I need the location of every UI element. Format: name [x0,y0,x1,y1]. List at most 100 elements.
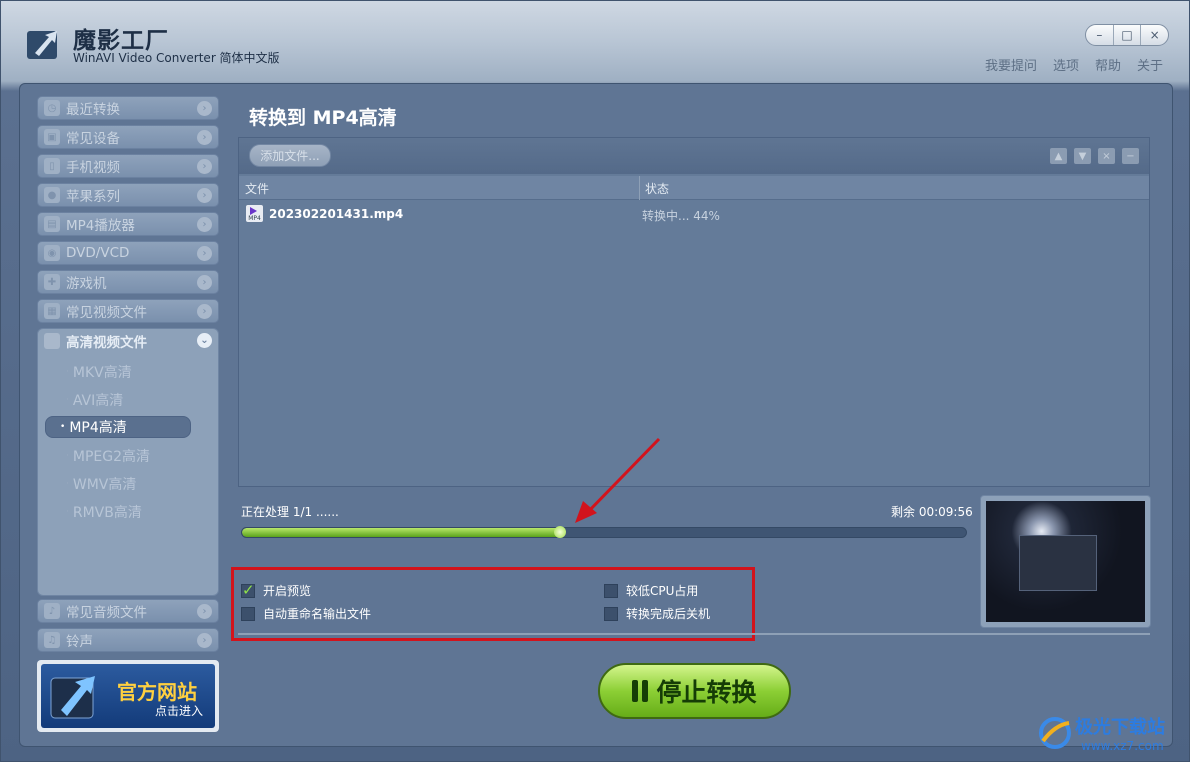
device-icon: ▣ [44,129,60,145]
sidebar-item-label: 常见视频文件 [66,305,147,321]
sub-item-mkv[interactable]: · MKV高清 [44,361,190,383]
chevron-right-icon: › [197,304,212,319]
apple-icon: ● [44,187,60,203]
move-up-icon[interactable]: ▲ [1050,148,1067,164]
table-row[interactable]: MP4 202302201431.mp4 转换中... 44% [239,202,1149,226]
column-file[interactable]: 文件 [245,180,269,197]
sub-item-mpeg2[interactable]: · MPEG2高清 [44,445,190,467]
watermark: 极光下载站 www.xz7.com [1037,709,1185,757]
option-preview[interactable]: 开启预览 [241,581,312,599]
sub-item-mp4[interactable]: • MP4高清 [45,416,191,438]
app-subtitle: WinAVI Video Converter 简体中文版 [73,51,280,65]
hd-icon [44,333,60,349]
sidebar-item-label: MP4播放器 [66,218,135,234]
disc-icon: ◉ [44,245,60,261]
watermark-text: 极光下载站 [1075,717,1165,738]
promo-subtitle: 点击进入 [155,704,204,718]
move-down-icon[interactable]: ▼ [1074,148,1091,164]
window-controls: – □ × [1085,24,1169,46]
clock-icon: ◷ [44,100,60,116]
add-file-button[interactable]: 添加文件... [249,144,331,167]
time-remaining: 剩余 00:09:56 [891,505,973,519]
stop-conversion-button[interactable]: 停止转换 [598,663,791,719]
video-preview [980,495,1151,628]
gamepad-icon: ✚ [44,274,60,290]
close-button[interactable]: × [1141,25,1168,45]
low-cpu-checkbox[interactable] [604,583,618,598]
toolbar-icons: ▲ ▼ × − [1050,148,1139,164]
preview-checkbox[interactable] [241,581,255,599]
option-auto-rename[interactable]: 自动重命名输出文件 [241,605,371,622]
sidebar-item-gaming[interactable]: ✚ 游戏机 › [37,270,219,294]
sidebar-item-audio-files[interactable]: ♪ 常见音频文件 › [37,599,219,623]
preview-image [986,501,1145,622]
app-window: 魔影工厂 WinAVI Video Converter 简体中文版 – □ × … [0,0,1190,762]
sidebar-item-phone[interactable]: ▯ 手机视频 › [37,154,219,178]
sidebar-item-label: 常见音频文件 [66,605,147,621]
remove-icon[interactable]: × [1098,148,1115,164]
clear-icon[interactable]: − [1122,148,1139,164]
maximize-button[interactable]: □ [1114,25,1142,45]
sidebar-item-ringtone[interactable]: ♫ 铃声 › [37,628,219,652]
music-icon: ♪ [44,603,60,619]
app-logo-icon [27,31,57,59]
option-low-cpu[interactable]: 较低CPU占用 [604,582,698,599]
processing-label: 正在处理 1/1 ...... [241,505,339,519]
link-options[interactable]: 选项 [1053,55,1079,74]
top-links: 我要提问 选项 帮助 关于 [985,55,1163,74]
sub-item-avi[interactable]: · AVI高清 [44,389,190,411]
player-icon: ▤ [44,216,60,232]
chevron-right-icon: › [197,604,212,619]
link-about[interactable]: 关于 [1137,55,1163,74]
sidebar-item-label: 最近转换 [66,102,120,118]
chevron-right-icon: › [197,188,212,203]
options-highlight-box [231,567,755,641]
chevron-right-icon: › [197,130,212,145]
chevron-right-icon: › [197,275,212,290]
chevron-right-icon: › [197,159,212,174]
page-title: 转换到 MP4高清 [249,107,397,129]
chevron-down-icon: ⌄ [197,333,212,348]
option-label: 较低CPU占用 [626,584,699,598]
sidebar-item-video-files[interactable]: ▦ 常见视频文件 › [37,299,219,323]
option-shutdown[interactable]: 转换完成后关机 [604,605,710,622]
minimize-button[interactable]: – [1086,25,1114,45]
progress-bar [241,527,967,538]
option-label: 转换完成后关机 [626,607,711,621]
link-ask-question[interactable]: 我要提问 [985,55,1037,74]
sidebar-item-label: 高清视频文件 [66,335,147,351]
column-divider[interactable] [639,176,640,200]
annotation-arrow [575,437,661,523]
file-name: 202302201431.mp4 [269,207,404,221]
sidebar-item-apple[interactable]: ● 苹果系列 › [37,183,219,207]
sidebar-item-recent[interactable]: ◷ 最近转换 › [37,96,219,120]
sub-item-rmvb[interactable]: · RMVB高清 [44,501,190,523]
sidebar-item-hd-video[interactable]: 高清视频文件 ⌄ [38,329,218,353]
bell-icon: ♫ [44,632,60,648]
table-header: 文件 状态 [239,176,1149,200]
promo-title: 官方网站 [117,680,197,704]
link-help[interactable]: 帮助 [1095,55,1121,74]
sidebar-item-label: 手机视频 [66,160,120,176]
file-status: 转换中... 44% [642,209,720,223]
shutdown-checkbox[interactable] [604,606,618,621]
bullet-icon: • [60,422,66,432]
watermark-logo-icon [1039,717,1071,749]
bullet-icon: · [66,395,69,405]
progress-fill [242,528,561,537]
sidebar-item-dvd[interactable]: ◉ DVD/VCD › [37,241,219,265]
sidebar-item-devices[interactable]: ▣ 常见设备 › [37,125,219,149]
official-site-banner[interactable]: 官方网站 点击进入 [37,660,219,732]
column-status[interactable]: 状态 [645,180,669,197]
phone-icon: ▯ [44,158,60,174]
sidebar-item-mp4-player[interactable]: ▤ MP4播放器 › [37,212,219,236]
progress-knob [554,526,566,538]
auto-rename-checkbox[interactable] [241,606,255,621]
option-label: 开启预览 [263,584,312,598]
bullet-icon: · [66,451,69,461]
promo-logo-icon [50,676,95,719]
bullet-icon: · [66,507,69,517]
chevron-right-icon: › [197,246,212,261]
chevron-right-icon: › [197,633,212,648]
sub-item-wmv[interactable]: · WMV高清 [44,473,190,495]
